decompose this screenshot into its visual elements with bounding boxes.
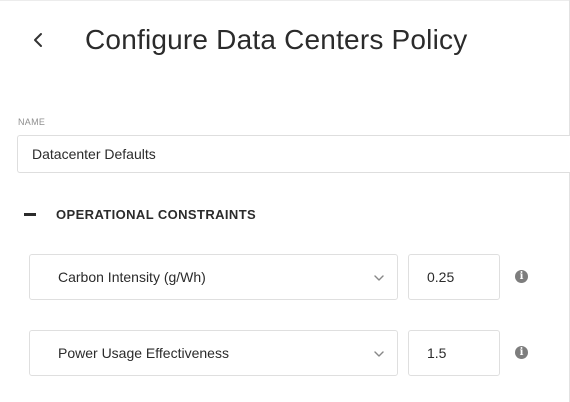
page-header: Configure Data Centers Policy (0, 18, 570, 64)
constraint-row: Carbon Intensity (g/Wh) i (29, 254, 549, 300)
name-field-label: NAME (18, 117, 46, 127)
minus-icon (24, 212, 36, 216)
back-button[interactable] (26, 22, 50, 58)
section-title: OPERATIONAL CONSTRAINTS (56, 206, 257, 222)
info-icon[interactable]: i (515, 346, 528, 359)
frame-top-border (0, 0, 570, 1)
chevron-down-icon (373, 271, 385, 287)
constraint-value-input[interactable] (408, 330, 500, 376)
name-input[interactable] (17, 135, 570, 173)
operational-constraints-section-header[interactable]: OPERATIONAL CONSTRAINTS (24, 203, 256, 225)
chevron-left-icon (33, 32, 43, 48)
constraint-value-input[interactable] (408, 254, 500, 300)
chevron-down-icon (373, 347, 385, 363)
metric-select-value: Power Usage Effectiveness (58, 345, 229, 361)
metric-select[interactable]: Power Usage Effectiveness (29, 330, 398, 376)
info-icon[interactable]: i (515, 270, 528, 283)
page-title: Configure Data Centers Policy (85, 24, 468, 55)
metric-select[interactable]: Carbon Intensity (g/Wh) (29, 254, 398, 300)
metric-select-value: Carbon Intensity (g/Wh) (58, 269, 206, 285)
constraint-row: Power Usage Effectiveness i (29, 330, 549, 376)
